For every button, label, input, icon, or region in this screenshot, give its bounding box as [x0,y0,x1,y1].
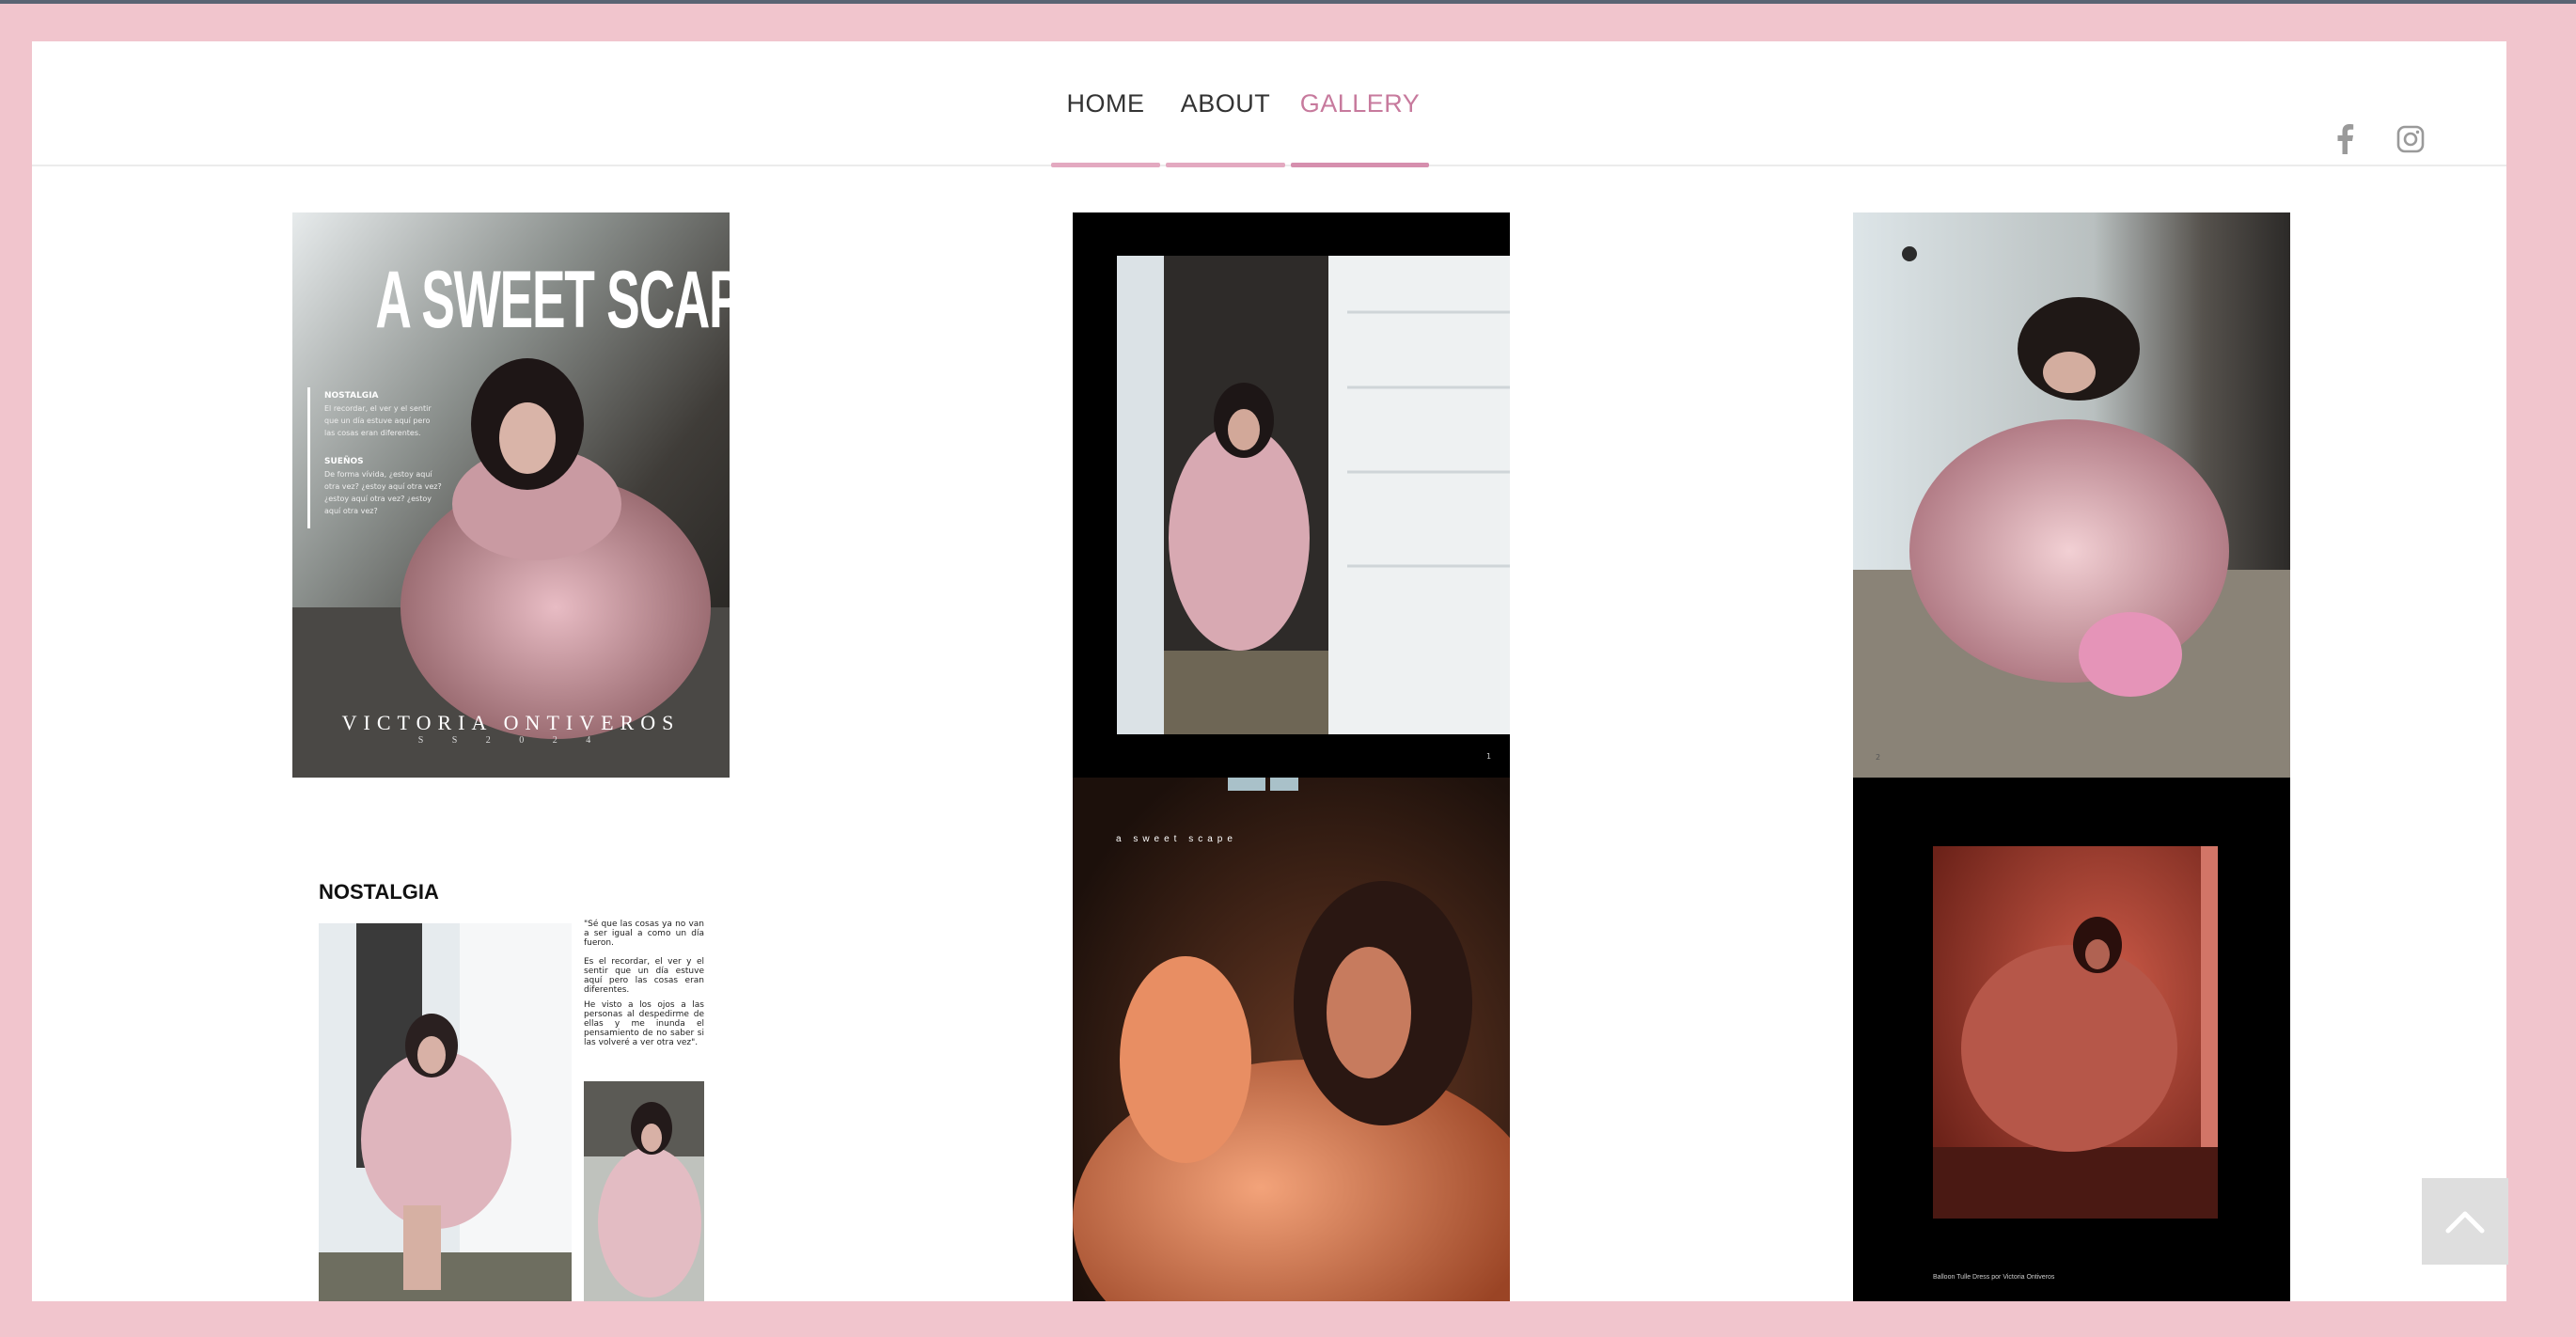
nav-gallery[interactable]: GALLERY [1291,41,1429,167]
cover-season: S S 2 0 2 4 [417,735,605,746]
nav-home[interactable]: HOME [1051,41,1160,167]
gallery-cover-image[interactable]: A SWEET SCAPE NOSTALGIA El recordar, el … [292,212,730,778]
back-to-top-button[interactable] [2422,1178,2508,1265]
nav-home-label: HOME [1066,89,1145,118]
red-caption: Balloon Tulle Dress por Victoria Ontiver… [1933,1274,2055,1281]
page-container: HOME ABOUT GALLERY A SWEET NOSTALGIA El … [32,41,2506,1301]
spread-photo-small [584,1081,704,1301]
nav-home-underline [1051,163,1160,167]
spread-quote: "Sé que las cosas ya no van a ser igual … [584,920,704,948]
cover-text-rule [307,387,310,528]
gallery-page-1[interactable]: 1 [1073,212,1510,778]
cover-designer: VICTORIA ONTIVEROS [341,711,681,734]
cover-title: A SWEET SCAPE [375,255,730,345]
nav-gallery-label: GALLERY [1299,89,1421,118]
facebook-icon[interactable] [2326,120,2364,158]
nav-about-underline [1166,163,1285,167]
gallery-red-photo[interactable]: Balloon Tulle Dress por Victoria Ontiver… [1853,778,2290,1301]
cover-section2-title: SUEÑOS [324,457,364,466]
spread-photo-main [319,923,572,1301]
site-header: HOME ABOUT GALLERY [32,41,2506,167]
gallery-nostalgia-spread[interactable]: NOSTALGIA "Sé que las cosas ya no van a … [292,841,730,1301]
page-2-number: 2 [1876,753,1881,762]
cover-section1-text: El recordar, el ver y el sentir que un d… [324,404,432,437]
chevron-up-icon [2445,1211,2485,1234]
page-1-number: 1 [1486,752,1492,761]
spread-title: NOSTALGIA [319,880,439,904]
spread-paragraph-2: Es el recordar, el ver y el sentir que u… [584,957,704,995]
window-top-strip [0,0,2576,4]
nav-about-label: ABOUT [1180,89,1271,118]
nav-gallery-underline [1291,163,1429,167]
cover-section1-title: NOSTALGIA [324,391,379,401]
nav-about[interactable]: ABOUT [1166,41,1285,167]
gallery-page-2[interactable]: 2 [1853,212,2290,778]
orange-caption: a sweet scape [1116,834,1237,844]
instagram-icon[interactable] [2392,120,2429,158]
spread-paragraph-3: He visto a los ojos a las personas al de… [584,1000,704,1047]
cover-section2-text: De forma vívida, ¿estoy aquí otra vez? ¿… [324,470,442,515]
gallery-orange-photo[interactable]: a sweet scape [1073,778,1510,1301]
